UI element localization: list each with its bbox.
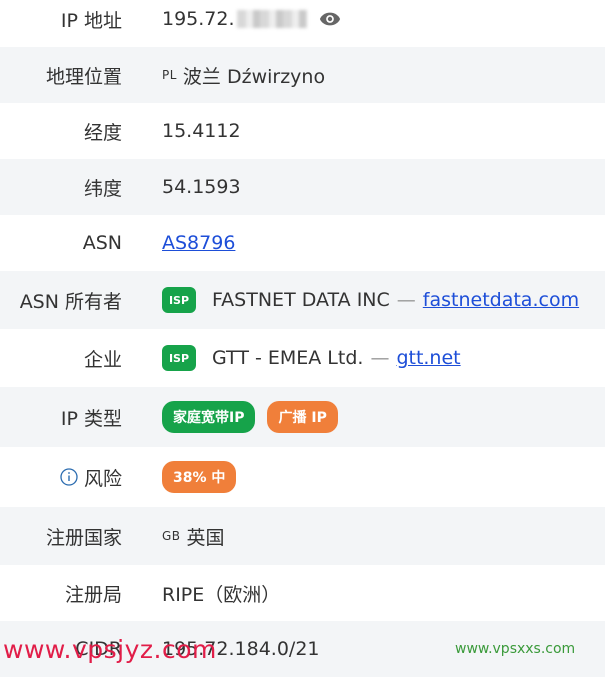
registry-country-value-wrap: GB 英国 bbox=[162, 523, 225, 550]
row-risk: 风险 38% 中 bbox=[0, 447, 605, 507]
separator: — bbox=[396, 289, 416, 311]
row-registry-country: 注册国家 GB 英国 bbox=[0, 507, 605, 565]
company-value-wrap: ISP GTT - EMEA Ltd. — gtt.net bbox=[162, 345, 461, 371]
ip-address-value: 195.72. bbox=[162, 8, 235, 30]
asn-value-wrap: AS8796 bbox=[162, 232, 235, 254]
asn-link[interactable]: AS8796 bbox=[162, 232, 235, 254]
label-company: 企业 bbox=[83, 348, 122, 371]
row-company: 企业 ISP GTT - EMEA Ltd. — gtt.net bbox=[0, 329, 605, 387]
risk-badge: 38% 中 bbox=[162, 461, 237, 493]
row-latitude: 纬度 54.1593 bbox=[0, 159, 605, 215]
label-asn: ASN bbox=[82, 232, 122, 254]
label-risk-wrap: 风险 bbox=[0, 464, 122, 491]
latitude-value: 54.1593 bbox=[162, 176, 241, 198]
separator: — bbox=[370, 347, 390, 369]
info-circle-icon[interactable] bbox=[60, 468, 78, 486]
ip-type-tags: 家庭宽带IP 广播 IP bbox=[162, 401, 350, 433]
eye-icon[interactable] bbox=[319, 11, 341, 27]
country-code: PL bbox=[162, 68, 177, 82]
ip-address-value-wrap: 195.72. bbox=[162, 8, 341, 30]
country-code: GB bbox=[162, 529, 181, 543]
label-longitude: 经度 bbox=[83, 121, 122, 144]
watermark-right: www.vpsxxs.com bbox=[455, 641, 576, 657]
row-ip-address: IP 地址 195.72. bbox=[0, 0, 605, 47]
ip-address-masked bbox=[236, 10, 307, 28]
label-asn-owner: ASN 所有者 bbox=[19, 290, 122, 313]
asn-owner-domain-link[interactable]: fastnetdata.com bbox=[423, 289, 579, 311]
label-registry: 注册局 bbox=[64, 583, 122, 606]
asn-owner-name: FASTNET DATA INC bbox=[212, 289, 390, 311]
label-ip-address: IP 地址 bbox=[60, 9, 122, 32]
risk-value-wrap: 38% 中 bbox=[162, 461, 248, 493]
longitude-value: 15.4112 bbox=[162, 120, 241, 142]
label-risk: 风险 bbox=[83, 467, 122, 490]
isp-badge: ISP bbox=[162, 287, 196, 313]
row-ip-type: IP 类型 家庭宽带IP 广播 IP bbox=[0, 387, 605, 447]
location-value-wrap: PL 波兰 Dźwirzyno bbox=[162, 62, 325, 89]
registry-value: RIPE（欧洲） bbox=[162, 583, 281, 606]
row-asn-owner: ASN 所有者 ISP FASTNET DATA INC — fastnetda… bbox=[0, 271, 605, 329]
label-registry-country: 注册国家 bbox=[45, 526, 122, 549]
label-latitude: 纬度 bbox=[83, 177, 122, 200]
watermark-left: www.vpsjyz.com bbox=[3, 635, 217, 664]
label-ip-type: IP 类型 bbox=[60, 407, 122, 430]
tag-broadcast-ip: 广播 IP bbox=[267, 401, 338, 433]
location-value: 波兰 Dźwirzyno bbox=[182, 65, 326, 88]
row-longitude: 经度 15.4112 bbox=[0, 103, 605, 159]
row-registry: 注册局 RIPE（欧洲） bbox=[0, 565, 605, 621]
tag-residential-ip: 家庭宽带IP bbox=[162, 401, 256, 433]
company-name: GTT - EMEA Ltd. bbox=[212, 347, 364, 369]
company-domain-link[interactable]: gtt.net bbox=[396, 347, 460, 369]
ip-info-table: IP 地址 195.72. 地理位置 PL 波兰 Dźwirzyno 经度 15… bbox=[0, 0, 605, 677]
isp-badge: ISP bbox=[162, 345, 196, 371]
row-asn: ASN AS8796 bbox=[0, 215, 605, 271]
registry-country-value: 英国 bbox=[186, 526, 225, 549]
row-location: 地理位置 PL 波兰 Dźwirzyno bbox=[0, 47, 605, 103]
label-location: 地理位置 bbox=[45, 65, 122, 88]
asn-owner-value-wrap: ISP FASTNET DATA INC — fastnetdata.com bbox=[162, 287, 579, 313]
